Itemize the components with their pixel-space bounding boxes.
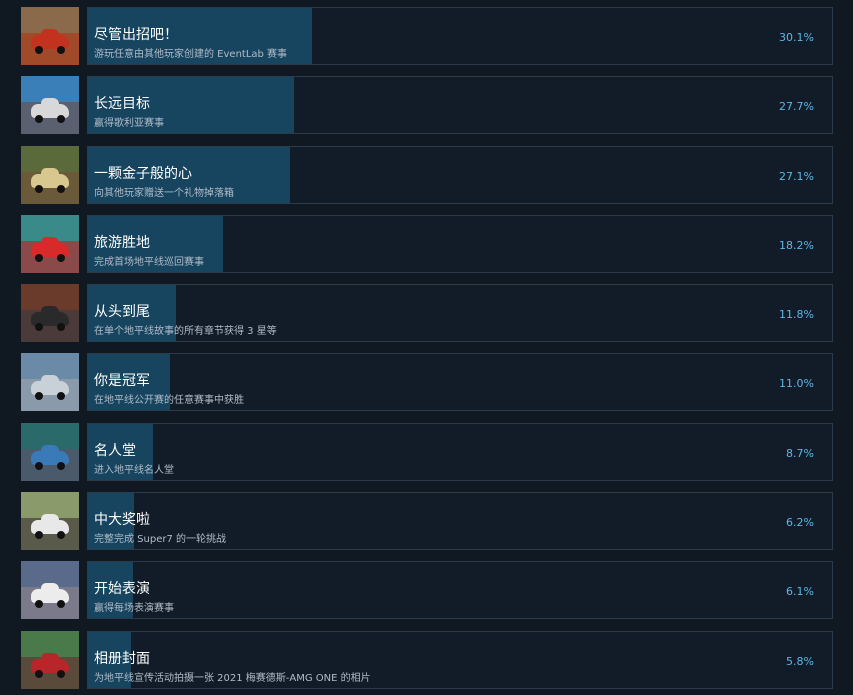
achievement-description: 赢得歌利亚赛事: [94, 118, 164, 129]
thumb-wheel: [57, 185, 65, 193]
achievement-description: 赢得每场表演赛事: [94, 603, 174, 614]
thumb-wheel: [35, 254, 43, 262]
achievement-panel: 你是冠军 在地平线公开赛的任意赛事中获胜 11.0%: [87, 353, 833, 411]
achievement-panel: 相册封面 为地平线宣传活动拍摄一张 2021 梅赛德斯-AMG ONE 的相片 …: [87, 631, 833, 689]
thumb-wheel: [35, 462, 43, 470]
thumb-wheel: [57, 323, 65, 331]
silver-supercar-icon: [21, 353, 79, 411]
achievement-description: 游玩任意由其他玩家创建的 EventLab 赛事: [94, 49, 288, 60]
achievement-panel: 中大奖啦 完整完成 Super7 的一轮挑战 6.2%: [87, 492, 833, 550]
blue-supercar-plaza-icon: [21, 423, 79, 481]
achievement-title: 一颗金子般的心: [94, 166, 192, 182]
thumb-wheel: [57, 462, 65, 470]
thumb-wheel: [57, 46, 65, 54]
thumb-wheel: [57, 600, 65, 608]
achievement-title: 长远目标: [94, 96, 150, 112]
achievement-description: 完成首场地平线巡回赛事: [94, 257, 204, 268]
achievement-description: 进入地平线名人堂: [94, 465, 174, 476]
achievement-percent: 6.1%: [786, 585, 814, 598]
achievement-percent: 8.7%: [786, 447, 814, 460]
thumb-wheel: [57, 392, 65, 400]
achievement-percent: 18.2%: [779, 239, 814, 252]
achievement-row: 尽管出招吧！ 游玩任意由其他玩家创建的 EventLab 赛事 30.1%: [21, 7, 833, 65]
achievement-row: 你是冠军 在地平线公开赛的任意赛事中获胜 11.0%: [21, 353, 833, 411]
red-car-festival-site-icon: [21, 215, 79, 273]
dark-muscle-car-icon: [21, 284, 79, 342]
achievement-description: 完整完成 Super7 的一轮挑战: [94, 534, 227, 545]
achievement-title: 开始表演: [94, 581, 150, 597]
achievement-percent: 30.1%: [779, 31, 814, 44]
thumb-wheel: [35, 600, 43, 608]
red-sports-car-offroad-icon: [21, 7, 79, 65]
achievement-percent: 5.8%: [786, 655, 814, 668]
achievement-title: 中大奖啦: [94, 512, 150, 528]
achievement-row: 中大奖啦 完整完成 Super7 的一轮挑战 6.2%: [21, 492, 833, 550]
achievement-row: 旅游胜地 完成首场地平线巡回赛事 18.2%: [21, 215, 833, 273]
achievement-panel: 长远目标 赢得歌利亚赛事 27.7%: [87, 76, 833, 134]
achievement-panel: 一颗金子般的心 向其他玩家赠送一个礼物掉落箱 27.1%: [87, 146, 833, 204]
achievement-description: 在单个地平线故事的所有章节获得 3 星等: [94, 326, 277, 337]
achievement-percent: 6.2%: [786, 516, 814, 529]
achievement-description: 在地平线公开赛的任意赛事中获胜: [94, 395, 244, 406]
thumb-wheel: [57, 670, 65, 678]
achievement-panel: 尽管出招吧！ 游玩任意由其他玩家创建的 EventLab 赛事 30.1%: [87, 7, 833, 65]
thumb-wheel: [57, 115, 65, 123]
achievement-title: 名人堂: [94, 443, 136, 459]
thumb-wheel: [35, 670, 43, 678]
achievement-percent: 11.8%: [779, 308, 814, 321]
achievement-percent: 11.0%: [779, 377, 814, 390]
thumb-wheel: [57, 531, 65, 539]
achievement-panel: 从头到尾 在单个地平线故事的所有章节获得 3 星等 11.8%: [87, 284, 833, 342]
achievement-description: 向其他玩家赠送一个礼物掉落箱: [94, 188, 234, 199]
achievement-description: 为地平线宣传活动拍摄一张 2021 梅赛德斯-AMG ONE 的相片: [94, 673, 371, 684]
white-police-car-jump-icon: [21, 492, 79, 550]
achievement-row: 长远目标 赢得歌利亚赛事 27.7%: [21, 76, 833, 134]
race-cars-apex-banner-icon: [21, 76, 79, 134]
white-wedge-supercar-icon: [21, 561, 79, 619]
thumb-wheel: [35, 115, 43, 123]
thumb-wheel: [35, 531, 43, 539]
gold-luxury-car-icon: [21, 146, 79, 204]
achievement-row: 名人堂 进入地平线名人堂 8.7%: [21, 423, 833, 481]
thumb-wheel: [35, 392, 43, 400]
achievement-title: 你是冠军: [94, 373, 150, 389]
achievement-list: 尽管出招吧！ 游玩任意由其他玩家创建的 EventLab 赛事 30.1% 长远…: [0, 0, 853, 695]
achievement-row: 一颗金子般的心 向其他玩家赠送一个礼物掉落箱 27.1%: [21, 146, 833, 204]
red-hypercar-mountain-icon: [21, 631, 79, 689]
achievement-panel: 开始表演 赢得每场表演赛事 6.1%: [87, 561, 833, 619]
achievement-percent: 27.1%: [779, 170, 814, 183]
achievement-panel: 名人堂 进入地平线名人堂 8.7%: [87, 423, 833, 481]
achievement-title: 旅游胜地: [94, 235, 150, 251]
thumb-wheel: [35, 46, 43, 54]
thumb-wheel: [35, 185, 43, 193]
achievement-panel: 旅游胜地 完成首场地平线巡回赛事 18.2%: [87, 215, 833, 273]
thumb-wheel: [35, 323, 43, 331]
achievement-title: 尽管出招吧！: [94, 27, 178, 43]
achievement-title: 相册封面: [94, 651, 150, 667]
achievement-title: 从头到尾: [94, 304, 150, 320]
thumb-wheel: [57, 254, 65, 262]
achievement-row: 从头到尾 在单个地平线故事的所有章节获得 3 星等 11.8%: [21, 284, 833, 342]
achievement-percent: 27.7%: [779, 100, 814, 113]
achievement-row: 相册封面 为地平线宣传活动拍摄一张 2021 梅赛德斯-AMG ONE 的相片 …: [21, 631, 833, 689]
achievement-row: 开始表演 赢得每场表演赛事 6.1%: [21, 561, 833, 619]
